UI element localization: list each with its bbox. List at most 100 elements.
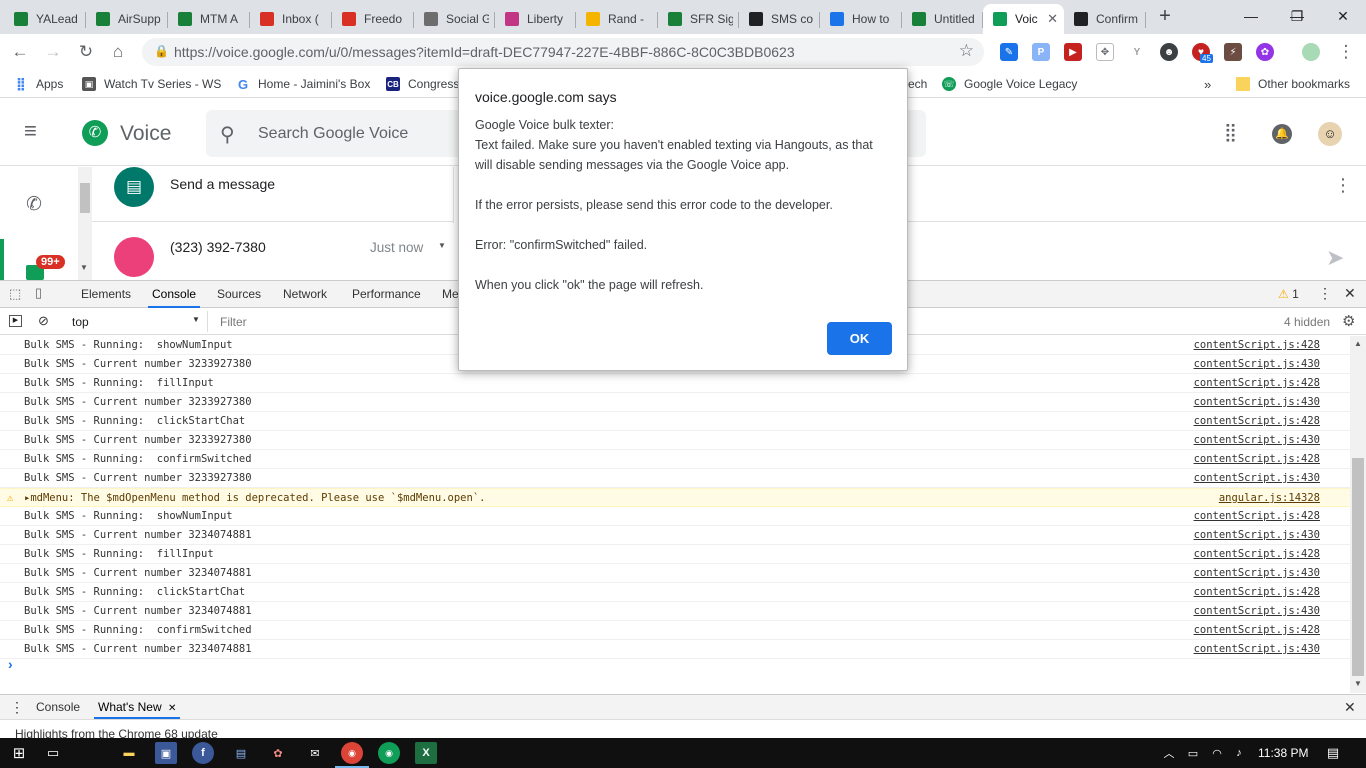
thread-more-icon[interactable]: ⋮ (1334, 175, 1352, 196)
console-source-link[interactable]: contentScript.js:430 (1194, 393, 1320, 411)
scrollbar-thumb[interactable] (1352, 458, 1364, 676)
battery-icon[interactable]: ▭ (1182, 742, 1204, 764)
console-settings-icon[interactable]: ⚙ (1342, 312, 1355, 330)
taskbar-app-icon[interactable]: ▣ (155, 742, 177, 764)
windows-start-icon[interactable]: ⊞ (8, 742, 30, 764)
taskbar-app-icon[interactable]: ✿ (267, 742, 289, 764)
browser-tab[interactable]: MTM A (168, 4, 250, 34)
browser-tab[interactable]: Rand - (576, 4, 658, 34)
scroll-down-arrow-icon[interactable]: ▼ (1354, 679, 1362, 688)
menu-dots-icon[interactable]: ⋮ (1334, 40, 1358, 64)
warning-counter[interactable]: ⚠ 1 (1278, 287, 1299, 301)
browser-tab[interactable]: SMS co (739, 4, 820, 34)
url-text[interactable]: https://voice.google.com/u/0/messages?it… (174, 44, 795, 60)
volume-icon[interactable]: ♪ (1228, 742, 1250, 764)
console-source-link[interactable]: contentScript.js:428 (1194, 583, 1320, 601)
drawer-tab-whats-new[interactable]: What's New ✕ (94, 695, 181, 719)
back-icon[interactable]: ← (8, 40, 32, 64)
devtools-tab-network[interactable]: Network (279, 281, 331, 308)
console-source-link[interactable]: contentScript.js:430 (1194, 469, 1320, 487)
drawer-tab-console[interactable]: Console (32, 695, 84, 719)
sidebar-toggle-icon[interactable]: ▶ (9, 315, 22, 327)
chrome-icon[interactable]: ◉ (335, 742, 369, 768)
other-bookmarks[interactable]: Other bookmarks (1236, 75, 1350, 93)
console-source-link[interactable]: contentScript.js:430 (1194, 355, 1320, 373)
console-source-link[interactable]: contentScript.js:430 (1194, 526, 1320, 544)
extension-icon[interactable]: Y (1128, 43, 1146, 61)
scroll-up-arrow-icon[interactable]: ▲ (1354, 339, 1362, 348)
notifications-icon[interactable]: 🔔 (1272, 124, 1292, 144)
scrollbar-thumb[interactable] (80, 183, 90, 213)
bookmark-jaimini[interactable]: G Home - Jaimini's Box (236, 75, 370, 93)
close-tab-icon[interactable]: ✕ (168, 703, 176, 714)
console-source-link[interactable]: contentScript.js:430 (1194, 564, 1320, 582)
inspect-element-icon[interactable]: ⬚ (9, 286, 21, 302)
extension-icon[interactable]: ✿ (1256, 43, 1274, 61)
console-source-link[interactable]: contentScript.js:428 (1194, 507, 1320, 525)
wifi-icon[interactable]: ◠ (1206, 742, 1228, 764)
bookmark-apps[interactable]: ⣿ Apps (14, 75, 63, 93)
browser-tab[interactable]: Confirm (1064, 4, 1146, 34)
console-source-link[interactable]: contentScript.js:428 (1194, 621, 1320, 639)
drawer-close-icon[interactable]: ✕ (1344, 699, 1356, 716)
search-input[interactable]: Search Google Voice (258, 125, 408, 143)
show-hidden-icons-icon[interactable]: ︿ (1158, 742, 1180, 764)
bookmark-congress[interactable]: CB Congress (386, 75, 459, 93)
console-scrollbar[interactable]: ▲ ▼ (1350, 336, 1366, 693)
new-tab-button[interactable]: + (1154, 6, 1176, 28)
bookmark-partial[interactable]: ech (908, 75, 927, 93)
close-window-button[interactable]: ✕ (1320, 0, 1366, 32)
devtools-tab-sources[interactable]: Sources (213, 281, 265, 308)
device-toolbar-icon[interactable]: ▯ (35, 285, 42, 301)
browser-tab[interactable]: How to (820, 4, 902, 34)
console-source-link[interactable]: contentScript.js:428 (1194, 374, 1320, 392)
voice-scrollbar[interactable]: ▼ (78, 167, 92, 280)
bookmark-google-voice-legacy[interactable]: ☏ Google Voice Legacy (942, 75, 1077, 93)
devtools-tab-console[interactable]: Console (148, 281, 201, 308)
browser-tab[interactable]: Inbox ( (250, 4, 332, 34)
extension-icon[interactable]: ✥ (1096, 43, 1114, 61)
context-selector[interactable]: top ▼ (64, 311, 208, 332)
extension-icon[interactable]: ▶ (1064, 43, 1082, 61)
profile-avatar[interactable] (1302, 43, 1320, 61)
browser-tab[interactable]: Freedo (332, 4, 414, 34)
send-icon[interactable]: ➤ (1326, 245, 1344, 271)
hamburger-menu-icon[interactable]: ≡ (24, 120, 37, 142)
list-scroll-icon[interactable]: ▼ (438, 241, 446, 250)
console-prompt[interactable]: › (8, 656, 13, 672)
extension-icon[interactable]: P (1032, 43, 1050, 61)
facebook-icon[interactable]: f (192, 742, 214, 764)
devtools-close-icon[interactable]: ✕ (1344, 285, 1356, 302)
task-view-icon[interactable]: ▭ (42, 742, 64, 764)
excel-icon[interactable]: X (415, 742, 437, 764)
browser-tab[interactable]: Voic ✕ (983, 4, 1064, 34)
extension-icon[interactable]: ✎ (1000, 43, 1018, 61)
reload-icon[interactable]: ↻ (74, 40, 98, 64)
send-message-row[interactable]: ▤ Send a message (92, 167, 454, 222)
bookmark-star-icon[interactable]: ☆ (959, 41, 974, 61)
forward-icon[interactable]: → (41, 40, 65, 64)
extension-icon[interactable]: ☻ (1160, 43, 1178, 61)
chrome-alt-icon[interactable]: ◉ (378, 742, 400, 764)
minimize-button[interactable]: — (1228, 0, 1274, 32)
console-source-link[interactable]: contentScript.js:430 (1194, 431, 1320, 449)
action-center-icon[interactable]: ▤ (1322, 742, 1344, 764)
file-explorer-icon[interactable]: ▬ (118, 742, 140, 764)
console-source-link[interactable]: contentScript.js:430 (1194, 602, 1320, 620)
console-filter-input[interactable]: Filter (220, 315, 247, 329)
devtools-tab-performance[interactable]: Performance (348, 281, 425, 308)
conversation-item[interactable]: (323) 392-7380 Just now ▼ (92, 223, 454, 280)
clear-console-icon[interactable]: ⊘ (38, 313, 49, 329)
taskbar-app-icon[interactable]: ✉ (304, 742, 326, 764)
browser-tab[interactable]: SFR Sig (658, 4, 739, 34)
bookmark-watch-tv[interactable]: ▣ Watch Tv Series - WS (82, 75, 221, 93)
console-message[interactable]: ▸mdMenu: The $mdOpenMenu method is depre… (24, 489, 485, 507)
browser-tab[interactable]: AirSupp (86, 4, 168, 34)
drawer-menu-icon[interactable]: ⋮ (10, 699, 24, 716)
console-source-link[interactable]: contentScript.js:428 (1194, 450, 1320, 468)
console-source-link[interactable]: contentScript.js:428 (1194, 336, 1320, 354)
account-avatar[interactable]: ☺ (1318, 122, 1342, 146)
ok-button[interactable]: OK (827, 322, 892, 355)
close-tab-icon[interactable]: ✕ (1043, 11, 1058, 27)
devtools-tab-elements[interactable]: Elements (77, 281, 135, 308)
